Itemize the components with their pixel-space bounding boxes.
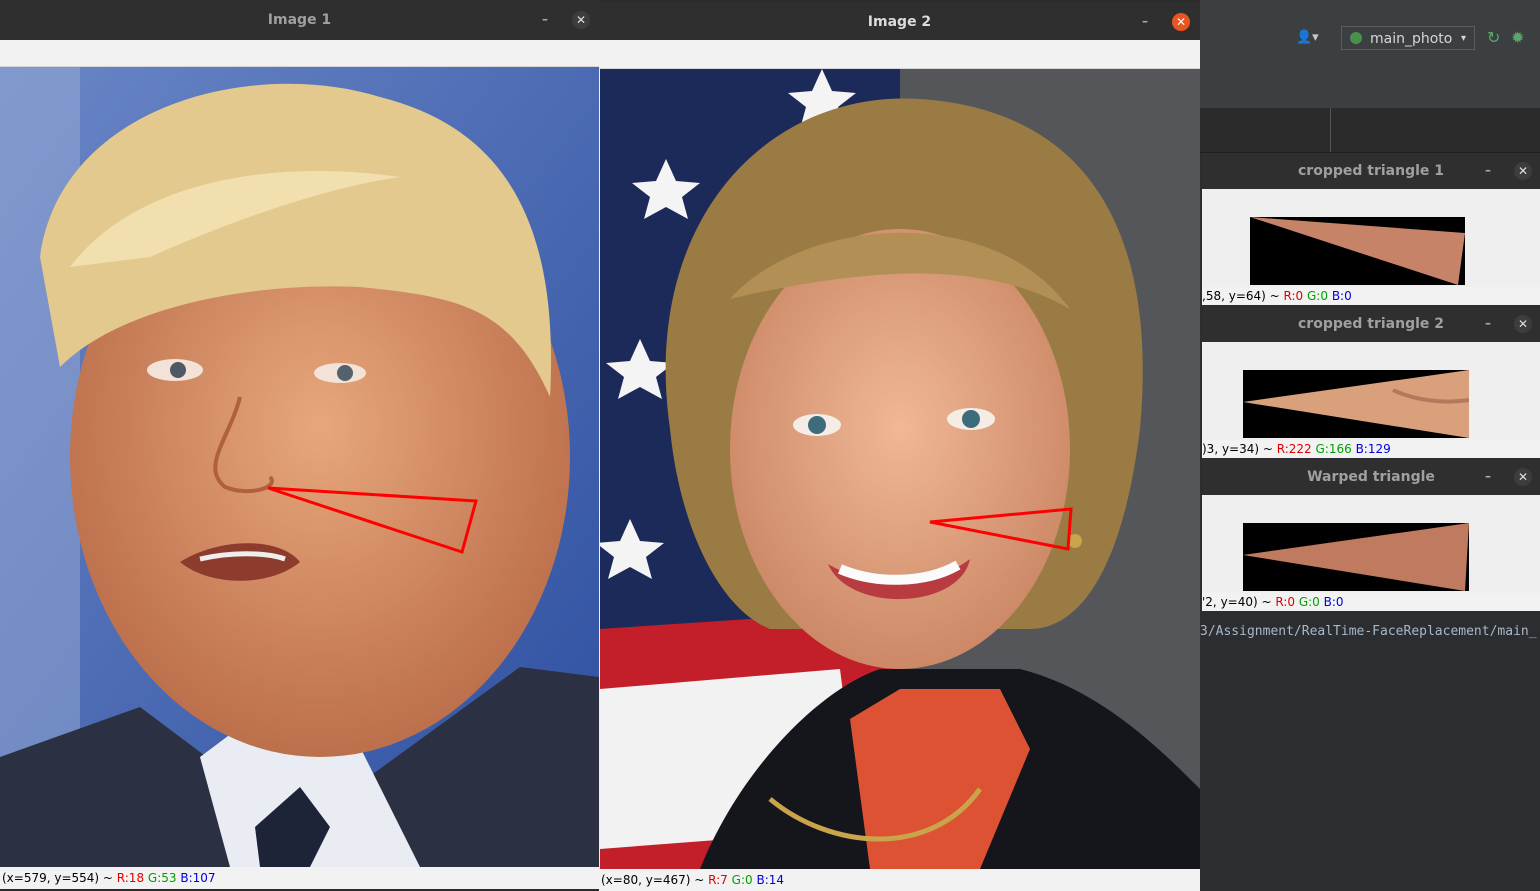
rerun-icon[interactable]: ↻ xyxy=(1487,28,1500,48)
warped-triangle-image[interactable] xyxy=(1243,523,1469,591)
status-b: B:129 xyxy=(1355,442,1391,456)
cropped-triangle-2-image[interactable] xyxy=(1243,370,1469,438)
run-config-select[interactable]: main_photo ▾ xyxy=(1341,26,1475,50)
image2-window: Image 2 – ✕ (x=80, y=467) ~ R:7 G:0 B:14 xyxy=(599,2,1200,891)
status-coords: (x=579, y=554) ~ xyxy=(2,871,117,885)
image2-photo[interactable] xyxy=(600,69,1200,869)
cropped-triangle-1-window: cropped triangle 1 – ✕ ,58, y=64) ~ R:0 … xyxy=(1202,153,1540,305)
status-coords: (x=80, y=467) ~ xyxy=(601,873,709,887)
image2-titlebar[interactable]: Image 2 – ✕ xyxy=(599,2,1200,40)
close-button[interactable]: ✕ xyxy=(1514,162,1532,180)
ide-toolbar: 👤▾ main_photo ▾ ↻ ✹ xyxy=(1200,0,1540,81)
image2-toolbar xyxy=(599,40,1200,69)
image1-photo[interactable] xyxy=(0,67,599,867)
status-r: R:0 xyxy=(1283,289,1304,303)
status-g: G:53 xyxy=(147,871,177,885)
warped-triangle-titlebar[interactable]: Warped triangle – ✕ xyxy=(1202,459,1540,495)
python-icon xyxy=(1350,32,1362,44)
image2-statusbar: (x=80, y=467) ~ R:7 G:0 B:14 xyxy=(599,869,1200,891)
user-menu-button[interactable]: 👤▾ xyxy=(1296,28,1326,48)
minimize-button[interactable]: – xyxy=(1485,316,1491,330)
image1-window: Image 1 – ✕ (x=579, y=554) ~ R:18 G:53 B… xyxy=(0,0,599,889)
status-r: R:7 xyxy=(708,873,728,887)
close-button[interactable]: ✕ xyxy=(1514,315,1532,333)
close-button[interactable]: ✕ xyxy=(572,11,590,29)
status-g: G:0 xyxy=(1307,289,1328,303)
debug-icon[interactable]: ✹ xyxy=(1511,28,1524,48)
minimize-button[interactable]: – xyxy=(1142,14,1148,28)
image1-toolbar xyxy=(0,40,599,67)
cropped-triangle-1-statusbar: ,58, y=64) ~ R:0 G:0 B:0 xyxy=(1202,287,1540,305)
run-config-label: main_photo xyxy=(1370,31,1453,47)
status-b: B:14 xyxy=(756,873,785,887)
cropped-triangle-1-titlebar[interactable]: cropped triangle 1 – ✕ xyxy=(1202,153,1540,189)
ide-tab-bar xyxy=(1200,80,1540,108)
console-output: 3/Assignment/RealTime-FaceReplacement/ma… xyxy=(1200,624,1537,639)
close-button[interactable]: ✕ xyxy=(1172,13,1190,31)
minimize-button[interactable]: – xyxy=(1485,469,1491,483)
minimize-button[interactable]: – xyxy=(542,12,548,26)
close-button[interactable]: ✕ xyxy=(1514,468,1532,486)
status-b: B:0 xyxy=(1323,595,1344,609)
status-coords: )3, y=34) ~ xyxy=(1202,442,1277,456)
cropped-triangle-2-window: cropped triangle 2 – ✕ )3, y=34) ~ R:222… xyxy=(1202,306,1540,458)
cropped-triangle-2-statusbar: )3, y=34) ~ R:222 G:166 B:129 xyxy=(1202,440,1540,458)
image2-title: Image 2 xyxy=(867,14,932,30)
cropped-triangle-1-image[interactable] xyxy=(1250,217,1465,285)
warped-triangle-statusbar: '2, y=40) ~ R:0 G:0 B:0 xyxy=(1202,593,1540,611)
image1-titlebar[interactable]: Image 1 – ✕ xyxy=(0,0,599,40)
status-b: B:107 xyxy=(180,871,216,885)
image1-title: Image 1 xyxy=(267,12,332,28)
divider xyxy=(1330,108,1331,152)
minimize-button[interactable]: – xyxy=(1485,163,1491,177)
status-coords: '2, y=40) ~ xyxy=(1202,595,1276,609)
status-r: R:18 xyxy=(116,871,145,885)
image1-statusbar: (x=579, y=554) ~ R:18 G:53 B:107 xyxy=(0,867,599,889)
status-r: R:222 xyxy=(1276,442,1312,456)
ide-panel-header xyxy=(1200,108,1540,153)
status-g: G:0 xyxy=(1298,595,1320,609)
cropped-triangle-2-titlebar[interactable]: cropped triangle 2 – ✕ xyxy=(1202,306,1540,342)
status-r: R:0 xyxy=(1275,595,1296,609)
status-g: G:166 xyxy=(1315,442,1352,456)
status-coords: ,58, y=64) ~ xyxy=(1202,289,1284,303)
status-b: B:0 xyxy=(1331,289,1352,303)
status-g: G:0 xyxy=(731,873,753,887)
warped-triangle-window: Warped triangle – ✕ '2, y=40) ~ R:0 G:0 … xyxy=(1202,459,1540,611)
chevron-down-icon: ▾ xyxy=(1460,33,1466,44)
